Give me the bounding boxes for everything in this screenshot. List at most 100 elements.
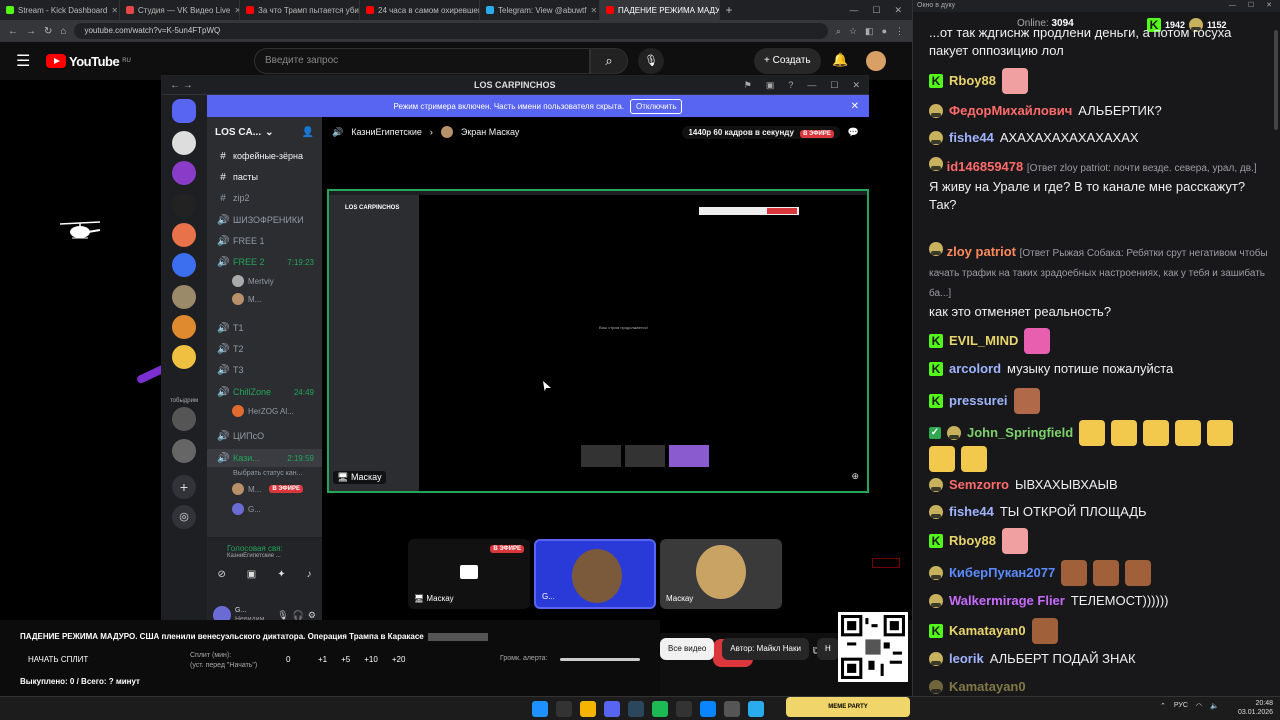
back-icon[interactable]: ←: [8, 26, 18, 37]
activities-icon[interactable]: ✦: [277, 569, 285, 580]
voice-user[interactable]: G...: [232, 501, 261, 517]
reload-icon[interactable]: ↻: [44, 26, 52, 37]
chip-more[interactable]: Н: [816, 638, 839, 660]
profile-icon[interactable]: ●: [882, 26, 887, 37]
server-icon[interactable]: [172, 161, 196, 185]
participant-tile[interactable]: В ЭФИРЕ 🖥 Маскау: [408, 539, 530, 609]
chat-username[interactable]: Semzorro: [949, 476, 1009, 494]
inbox-icon[interactable]: ⚑: [744, 80, 752, 91]
chat-username[interactable]: КиберПукан2077: [949, 564, 1055, 582]
chat-username[interactable]: id146859478: [947, 159, 1024, 174]
discord-home-icon[interactable]: [172, 99, 196, 123]
start-split-button[interactable]: НАЧАТЬ СПЛИТ: [28, 655, 88, 664]
participant-tile-speaking[interactable]: G...: [534, 539, 656, 609]
chat-username[interactable]: ФедорМихайлович: [949, 102, 1072, 120]
chat-scrollbar[interactable]: [1274, 30, 1278, 130]
app-icon[interactable]: [724, 701, 740, 717]
channel-item[interactable]: 🔊 FREE 1: [207, 232, 322, 250]
channel-item[interactable]: 🔊 ChillZone 24:49: [207, 383, 322, 401]
chat-username[interactable]: fishe44: [949, 129, 994, 147]
close-icon[interactable]: ✕: [852, 80, 860, 91]
chat-username[interactable]: Rboy88: [949, 532, 996, 550]
chat-username[interactable]: leorik: [949, 650, 984, 668]
wifi-icon[interactable]: ◠: [1196, 702, 1202, 710]
headphones-icon[interactable]: 🎧: [293, 610, 304, 621]
steam-icon[interactable]: [628, 701, 644, 717]
chat-username[interactable]: Walkermirage Flier: [949, 592, 1065, 610]
windows-start-icon[interactable]: [532, 701, 548, 717]
close-icon[interactable]: ✕: [590, 6, 597, 15]
channel-item[interactable]: # кофейные-зёрна: [207, 147, 322, 165]
server-icon[interactable]: [172, 315, 196, 339]
chat-username[interactable]: arcolord: [949, 360, 1001, 378]
participant-tile[interactable]: Маскау: [660, 539, 782, 609]
server-icon[interactable]: [172, 253, 196, 277]
menu-hamburger-icon[interactable]: ☰: [16, 51, 46, 71]
channel-status[interactable]: Выбрать статус кан...: [233, 465, 302, 481]
maximize-icon[interactable]: ☐: [1248, 0, 1254, 12]
menu-icon[interactable]: ⋮: [895, 26, 904, 37]
increment-button[interactable]: +5: [341, 655, 350, 664]
channel-item[interactable]: 🔊 T3: [207, 361, 322, 379]
avatar[interactable]: [866, 51, 886, 71]
voice-user[interactable]: Mertviy: [232, 273, 274, 289]
help-icon[interactable]: ?: [788, 80, 793, 91]
search-button[interactable]: ⌕: [590, 48, 628, 74]
alert-volume-slider[interactable]: [560, 658, 640, 661]
close-icon[interactable]: ✕: [111, 6, 118, 15]
new-tab-button[interactable]: +: [720, 0, 738, 20]
maximize-icon[interactable]: ☐: [872, 0, 880, 20]
chrome-icon[interactable]: [580, 701, 596, 717]
server-icon[interactable]: [172, 131, 196, 155]
app-icon[interactable]: [700, 701, 716, 717]
server-header[interactable]: LOS CA... ⌄ 👤: [207, 117, 322, 147]
chat-username[interactable]: fishe44: [949, 503, 994, 521]
home-icon[interactable]: ⌂: [60, 26, 66, 37]
tab-youtube-1[interactable]: За что Трамп пытается убить✕: [240, 0, 360, 20]
clock[interactable]: 20:48 03.01.2026: [1238, 699, 1273, 717]
telegram-icon[interactable]: [748, 701, 764, 717]
chat-username[interactable]: EVIL_MIND: [949, 332, 1018, 350]
server-icon[interactable]: [172, 285, 196, 309]
search-input[interactable]: Введите запрос: [254, 48, 590, 74]
increment-button[interactable]: +1: [318, 655, 327, 664]
settings-gear-icon[interactable]: ⚙: [308, 610, 316, 621]
server-icon[interactable]: [172, 223, 196, 247]
voice-search-button[interactable]: 🎙: [638, 48, 664, 74]
tab-youtube-2[interactable]: 24 часа в самом охиревшем✕: [360, 0, 480, 20]
chat-username[interactable]: zloy patriot: [947, 244, 1016, 259]
obs-icon[interactable]: [676, 701, 692, 717]
disable-button[interactable]: Отключить: [630, 98, 683, 114]
nav-arrows-icon[interactable]: ← →: [170, 80, 193, 91]
close-icon[interactable]: ✕: [1266, 0, 1272, 12]
channel-item[interactable]: 🔊 T1: [207, 319, 322, 337]
server-folder-icon[interactable]: [172, 407, 196, 431]
tab-kick[interactable]: Stream - Kick Dashboard ✕: [0, 0, 120, 20]
search-icon[interactable]: [556, 701, 572, 717]
voice-user[interactable]: HerZOG Al...: [232, 403, 294, 419]
zoom-icon[interactable]: ⌕: [836, 26, 841, 37]
soundboard-icon[interactable]: ♪: [307, 569, 312, 580]
shared-screen[interactable]: LOS CARPINCHOS Ваш стрим продолжается! 🖥…: [327, 189, 869, 493]
voice-user[interactable]: M... В ЭФИРЕ: [232, 481, 303, 497]
youtube-logo[interactable]: YouTube RU: [46, 54, 131, 69]
split-minutes-value[interactable]: 0: [286, 655, 290, 664]
screen-share-icon[interactable]: ▣: [247, 569, 256, 580]
camera-off-icon[interactable]: ⊘: [217, 569, 225, 580]
discord-icon[interactable]: [604, 701, 620, 717]
channel-item[interactable]: 🔊 ЦИПсО: [207, 427, 322, 445]
chat-username[interactable]: Rboy88: [949, 72, 996, 90]
tab-telegram[interactable]: Telegram: View @abuwtf ✕: [480, 0, 600, 20]
meme-party-widget[interactable]: MEME PARTY: [786, 697, 910, 717]
spotify-icon[interactable]: [652, 701, 668, 717]
extensions-icon[interactable]: ◧: [865, 26, 874, 37]
minimize-icon[interactable]: —: [807, 80, 816, 91]
chat-username[interactable]: John_Springfield: [967, 424, 1073, 442]
url-field[interactable]: youtube.com/watch?v=K-5un4FTpWQ: [74, 23, 828, 39]
channel-item[interactable]: 🔊 T2: [207, 340, 322, 358]
notifications-bell-icon[interactable]: 🔔: [832, 52, 848, 68]
channel-item[interactable]: # zip2: [207, 189, 322, 207]
channel-item[interactable]: 🔊 ШИЗОФРЕНИКИ: [207, 211, 322, 229]
screen-icon[interactable]: ▣: [766, 80, 775, 91]
increment-button[interactable]: +10: [364, 655, 378, 664]
